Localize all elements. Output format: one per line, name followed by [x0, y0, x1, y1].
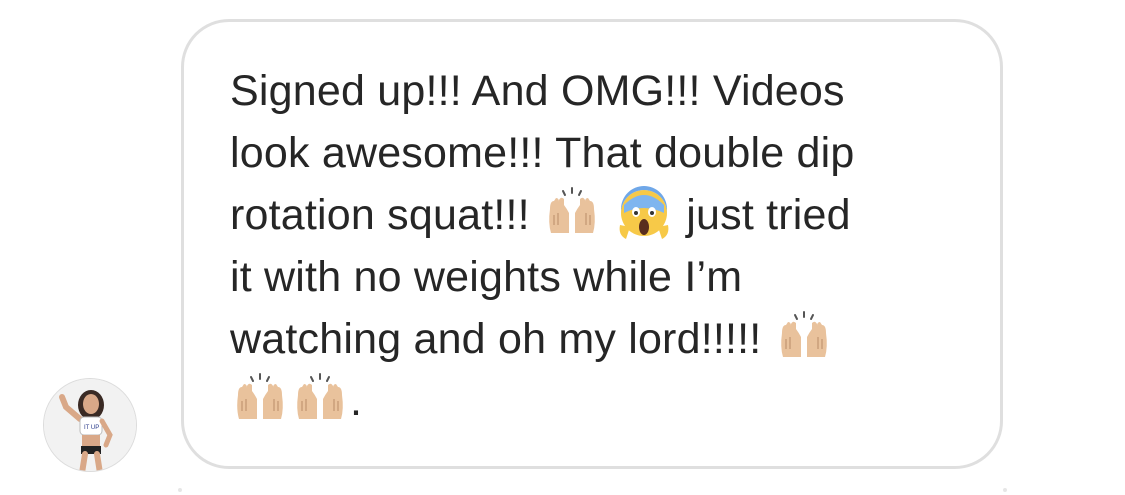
raised-hands-icon — [549, 187, 595, 233]
message-line-5-text: watching and oh my lord!!!!! — [230, 315, 762, 363]
divider-dot — [178, 488, 182, 492]
person-photo-icon: IT UP — [44, 379, 136, 471]
message-line-2: look awesome!!! That double dip — [230, 129, 855, 177]
raised-hands-icon — [297, 373, 343, 419]
message-line-3b-text: just tried — [686, 191, 851, 239]
message-line-5: watching and oh my lord!!!!! — [230, 308, 970, 370]
message-line-3-text: rotation squat!!! — [230, 191, 530, 239]
divider-dot — [1003, 488, 1007, 492]
sender-avatar[interactable]: IT UP — [43, 378, 137, 472]
message-line-6: . — [230, 370, 970, 432]
svg-text:IT UP: IT UP — [84, 425, 99, 431]
message-line-3: rotation squat!!! just tried — [230, 184, 970, 246]
message-line-6-text: . — [350, 377, 363, 425]
raised-hands-icon — [780, 311, 827, 357]
message-line-1: Signed up!!! And OMG!!! Videos — [230, 67, 845, 115]
raised-hands-icon — [237, 373, 283, 419]
message-text: Signed up!!! And OMG!!! Videos look awes… — [230, 60, 970, 432]
message-line-4: it with no weights while I’m — [230, 253, 743, 301]
face-screaming-icon — [619, 186, 669, 239]
dm-thread: IT UP Signed up!!! And OMG!!! Videos loo… — [0, 0, 1125, 495]
